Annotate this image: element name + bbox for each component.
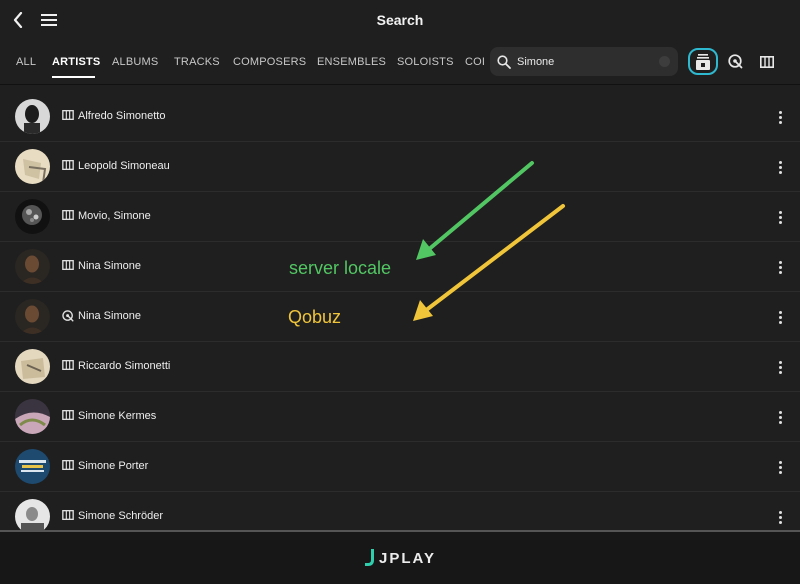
- list-item[interactable]: Simone Kermes: [0, 392, 800, 442]
- artist-name: Simone Porter: [78, 460, 149, 472]
- search-box[interactable]: [490, 47, 678, 76]
- tab-composers[interactable]: COMPOSERS: [233, 56, 306, 68]
- artist-name: Riccardo Simonetti: [78, 360, 171, 372]
- artist-name: Movio, Simone: [78, 210, 151, 222]
- avatar: [15, 199, 50, 234]
- server-icon: [62, 260, 74, 272]
- artist-name: Nina Simone: [78, 260, 141, 272]
- page-title: Search: [376, 12, 424, 28]
- list-item[interactable]: Nina Simone: [0, 292, 800, 342]
- clear-search-button[interactable]: [659, 56, 670, 67]
- avatar: [15, 349, 50, 384]
- avatar: [15, 299, 50, 334]
- tab-ensembles[interactable]: ENSEMBLES: [317, 56, 386, 68]
- search-icon: [497, 54, 511, 69]
- more-options-button[interactable]: [774, 257, 786, 277]
- artist-name: Alfredo Simonetto: [78, 110, 166, 122]
- qobuz-icon: [727, 54, 742, 69]
- more-options-button[interactable]: [774, 457, 786, 477]
- list-item[interactable]: Simone Schröder: [0, 492, 800, 530]
- list-item[interactable]: Alfredo Simonetto: [0, 92, 800, 142]
- tab-all[interactable]: ALL: [16, 56, 36, 68]
- server-icon: [62, 160, 74, 172]
- avatar: [15, 399, 50, 434]
- search-input[interactable]: [517, 51, 657, 72]
- list-item[interactable]: Nina Simone: [0, 242, 800, 292]
- more-options-button[interactable]: [774, 357, 786, 377]
- server-icon: [62, 410, 74, 422]
- server-icon: [62, 460, 74, 472]
- artist-name: Nina Simone: [78, 310, 141, 322]
- more-options-button[interactable]: [774, 207, 786, 227]
- list-item[interactable]: Simone Porter: [0, 442, 800, 492]
- avatar: [15, 99, 50, 134]
- more-options-button[interactable]: [774, 307, 786, 327]
- list-item[interactable]: Leopold Simoneau: [0, 142, 800, 192]
- more-options-button[interactable]: [774, 407, 786, 427]
- artist-name: Leopold Simoneau: [78, 160, 170, 172]
- list-item[interactable]: Riccardo Simonetti: [0, 342, 800, 392]
- jplay-logo-text: JPLAY: [379, 549, 436, 567]
- filter-qobuz-button[interactable]: [720, 48, 750, 75]
- annotation-qobuz: Qobuz: [288, 307, 342, 327]
- more-options-button[interactable]: [774, 107, 786, 127]
- server-icon: [62, 510, 74, 522]
- avatar: [15, 499, 50, 530]
- more-options-button[interactable]: [774, 507, 786, 527]
- qobuz-icon: [62, 310, 74, 322]
- more-options-button[interactable]: [774, 157, 786, 177]
- server-icon: [62, 110, 74, 122]
- annotation-server-locale: server locale: [289, 258, 392, 278]
- avatar: [15, 149, 50, 184]
- filter-local-server-button[interactable]: [752, 48, 782, 75]
- artist-results-list: Alfredo Simonetto Leopold Simoneau Movio…: [0, 92, 800, 530]
- server-icon: [760, 55, 774, 68]
- tabs-row: ALL ARTISTS ALBUMS TRACKS COMPOSERS ENSE…: [0, 40, 800, 84]
- artist-name: Simone Schröder: [78, 510, 163, 522]
- jplay-logo-icon: [364, 548, 376, 568]
- tab-artists[interactable]: ARTISTS: [52, 56, 100, 68]
- category-tabs: ALL ARTISTS ALBUMS TRACKS COMPOSERS ENSE…: [0, 40, 488, 84]
- filter-all-sources-button[interactable]: [688, 48, 718, 75]
- header-divider: [0, 84, 800, 85]
- jplay-logo: JPLAY: [364, 547, 436, 569]
- footer-bar: JPLAY: [0, 532, 800, 584]
- artist-name: Simone Kermes: [78, 410, 157, 422]
- tab-tracks[interactable]: TRACKS: [174, 56, 220, 68]
- list-item[interactable]: Movio, Simone: [0, 192, 800, 242]
- tab-soloists[interactable]: SOLOISTS: [397, 56, 454, 68]
- avatar: [15, 449, 50, 484]
- avatar: [15, 249, 50, 284]
- tab-albums[interactable]: ALBUMS: [112, 56, 158, 68]
- server-icon: [62, 360, 74, 372]
- active-tab-indicator: [52, 76, 95, 78]
- library-stack-icon: [696, 53, 710, 70]
- tab-conductors[interactable]: COI: [465, 56, 485, 68]
- server-icon: [62, 210, 74, 222]
- top-bar: Search: [0, 0, 800, 40]
